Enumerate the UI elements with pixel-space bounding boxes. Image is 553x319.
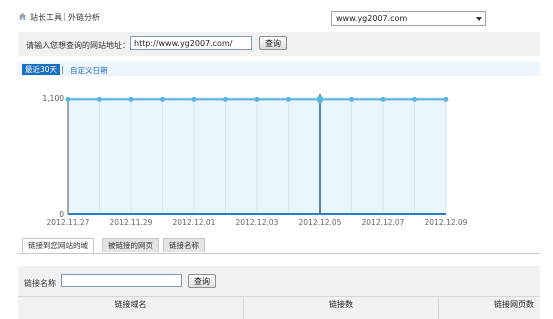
data-point (443, 96, 449, 102)
result-tabs: 链接到您网站的域 被链接的网页 链接名称 (18, 236, 540, 254)
site-select[interactable]: www.yg2007.com (331, 11, 486, 26)
x-tick-label: 2012.12.05 (299, 218, 342, 227)
data-point (97, 96, 102, 102)
breadcrumb-separator: | (63, 12, 66, 21)
table-header: 链接域名 链接数 链接网页数 (18, 296, 540, 319)
data-point (128, 96, 134, 102)
data-point (254, 96, 260, 102)
data-point (380, 96, 386, 102)
chart-svg: 1,10002012.11.27 2012.11.29 2012.12.01 2012… (43, 94, 468, 227)
column-header-page-count[interactable]: 链接网页数 (439, 297, 540, 319)
filter-query-button[interactable]: 查询 (188, 274, 216, 288)
tab-anchor-text[interactable]: 链接名称 (163, 238, 205, 252)
filter-input[interactable] (61, 274, 182, 287)
breadcrumb-tools[interactable]: 站长工具 (30, 12, 62, 23)
data-point (286, 96, 291, 102)
data-point (223, 96, 228, 102)
x-tick-label: 2012.12.01 (173, 218, 216, 227)
tab-linked-pages[interactable]: 被链接的网页 (102, 238, 159, 252)
data-point (316, 95, 324, 103)
y-tick-label: 1,100 (43, 94, 65, 103)
x-tick-label: 2012.12.03 (236, 218, 279, 227)
range-separator: | (61, 65, 64, 74)
backlink-chart: 1,100 0 2012.11.27 2012.11.29 2012.12.01 2012… (18, 86, 540, 234)
x-tick-label: 2012.11.29 (110, 218, 153, 227)
breadcrumb-current: 外链分析 (68, 13, 100, 22)
data-point (349, 96, 354, 102)
data-point (160, 96, 165, 102)
column-header-link-count[interactable]: 链接数 (244, 297, 439, 319)
x-tick-label: 2012.12.07 (362, 218, 405, 227)
date-range-bar: 最近30天 | 自定义日期 (18, 62, 540, 76)
filter-bar: 链接名称 查询 (18, 266, 540, 296)
data-point (412, 96, 417, 102)
data-point (65, 96, 71, 102)
site-select-value: www.yg2007.com (336, 14, 408, 23)
range-last-30-days[interactable]: 最近30天 (22, 64, 61, 75)
url-query-button[interactable]: 查询 (259, 36, 287, 50)
x-tick-label: 2012.11.27 (47, 218, 90, 227)
range-custom-date-link[interactable]: 自定义日期 (70, 65, 108, 76)
top-bar: 站长工具 | 外链分析 www.yg2007.com (0, 0, 553, 32)
home-icon[interactable] (18, 12, 27, 21)
x-tick-label: 2012.12.09 (425, 218, 468, 227)
url-query-label: 请输入您想查询的网站地址： (26, 41, 130, 50)
column-header-domain[interactable]: 链接域名 (18, 297, 244, 319)
filter-label: 链接名称 (24, 279, 56, 288)
url-input[interactable] (130, 36, 252, 50)
tab-linking-domains[interactable]: 链接到您网站的域 (22, 238, 94, 253)
url-query-bar: 请输入您想查询的网站地址： 查询 (18, 32, 540, 56)
chevron-down-icon (476, 17, 482, 21)
data-point (191, 96, 197, 102)
